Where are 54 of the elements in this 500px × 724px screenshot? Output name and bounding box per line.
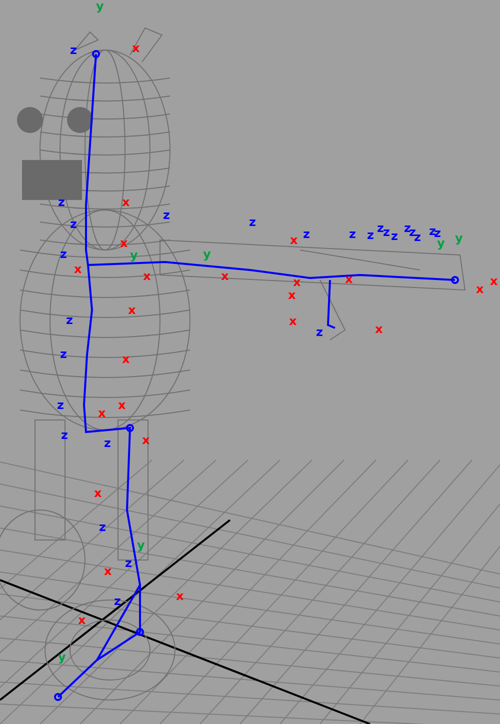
axis-label: z bbox=[163, 208, 170, 222]
axis-label: z bbox=[57, 398, 64, 412]
axis-label: y bbox=[137, 538, 145, 552]
axis-label: z bbox=[66, 313, 73, 327]
axis-label: y bbox=[58, 650, 66, 664]
axis-label: y bbox=[130, 248, 138, 262]
axis-label: z bbox=[61, 428, 68, 442]
axis-label: z bbox=[316, 325, 323, 339]
axis-label: x bbox=[122, 195, 130, 209]
axis-label: z bbox=[409, 225, 416, 239]
axis-label: z bbox=[377, 221, 384, 235]
axis-label: z bbox=[383, 225, 390, 239]
axis-label: z bbox=[70, 43, 77, 57]
axis-label: z bbox=[60, 247, 67, 261]
axis-label: z bbox=[303, 227, 310, 241]
axis-label: z bbox=[58, 195, 65, 209]
axis-label: x bbox=[142, 433, 150, 447]
axis-label: z bbox=[114, 594, 121, 608]
axis-label: x bbox=[78, 613, 86, 627]
axis-label: x bbox=[293, 275, 301, 289]
axis-label: x bbox=[176, 589, 184, 603]
axis-label: x bbox=[289, 314, 297, 328]
axis-label: z bbox=[60, 347, 67, 361]
axis-label: x bbox=[120, 236, 128, 250]
axis-label: y bbox=[455, 231, 463, 245]
axis-label: z bbox=[367, 228, 374, 242]
axis-label: x bbox=[74, 262, 82, 276]
axis-label: x bbox=[290, 233, 298, 247]
axis-label: x bbox=[288, 288, 296, 302]
axis-label: z bbox=[70, 217, 77, 231]
axis-label: z bbox=[99, 520, 106, 534]
axis-label: z bbox=[404, 221, 411, 235]
axis-label: z bbox=[414, 230, 421, 244]
axis-label: z bbox=[249, 215, 256, 229]
axis-label: y bbox=[96, 0, 104, 13]
axis-label: x bbox=[98, 406, 106, 420]
axis-label: z bbox=[391, 229, 398, 243]
axis-label: z bbox=[429, 224, 436, 238]
axis-label: z bbox=[125, 556, 132, 570]
axis-label: x bbox=[476, 282, 484, 296]
axis-label: x bbox=[490, 274, 498, 288]
axis-label: x bbox=[345, 272, 353, 286]
axis-label: x bbox=[104, 564, 112, 578]
axis-label: x bbox=[118, 398, 126, 412]
axis-label: x bbox=[94, 486, 102, 500]
axis-label: x bbox=[221, 269, 229, 283]
axis-label: x bbox=[143, 269, 151, 283]
axis-label: x bbox=[132, 41, 140, 55]
axis-label: y bbox=[203, 247, 211, 261]
axis-label: x bbox=[375, 322, 383, 336]
axis-label: x bbox=[128, 303, 136, 317]
axis-label: x bbox=[122, 352, 130, 366]
axis-label: z bbox=[104, 436, 111, 450]
axis-label: z bbox=[349, 227, 356, 241]
